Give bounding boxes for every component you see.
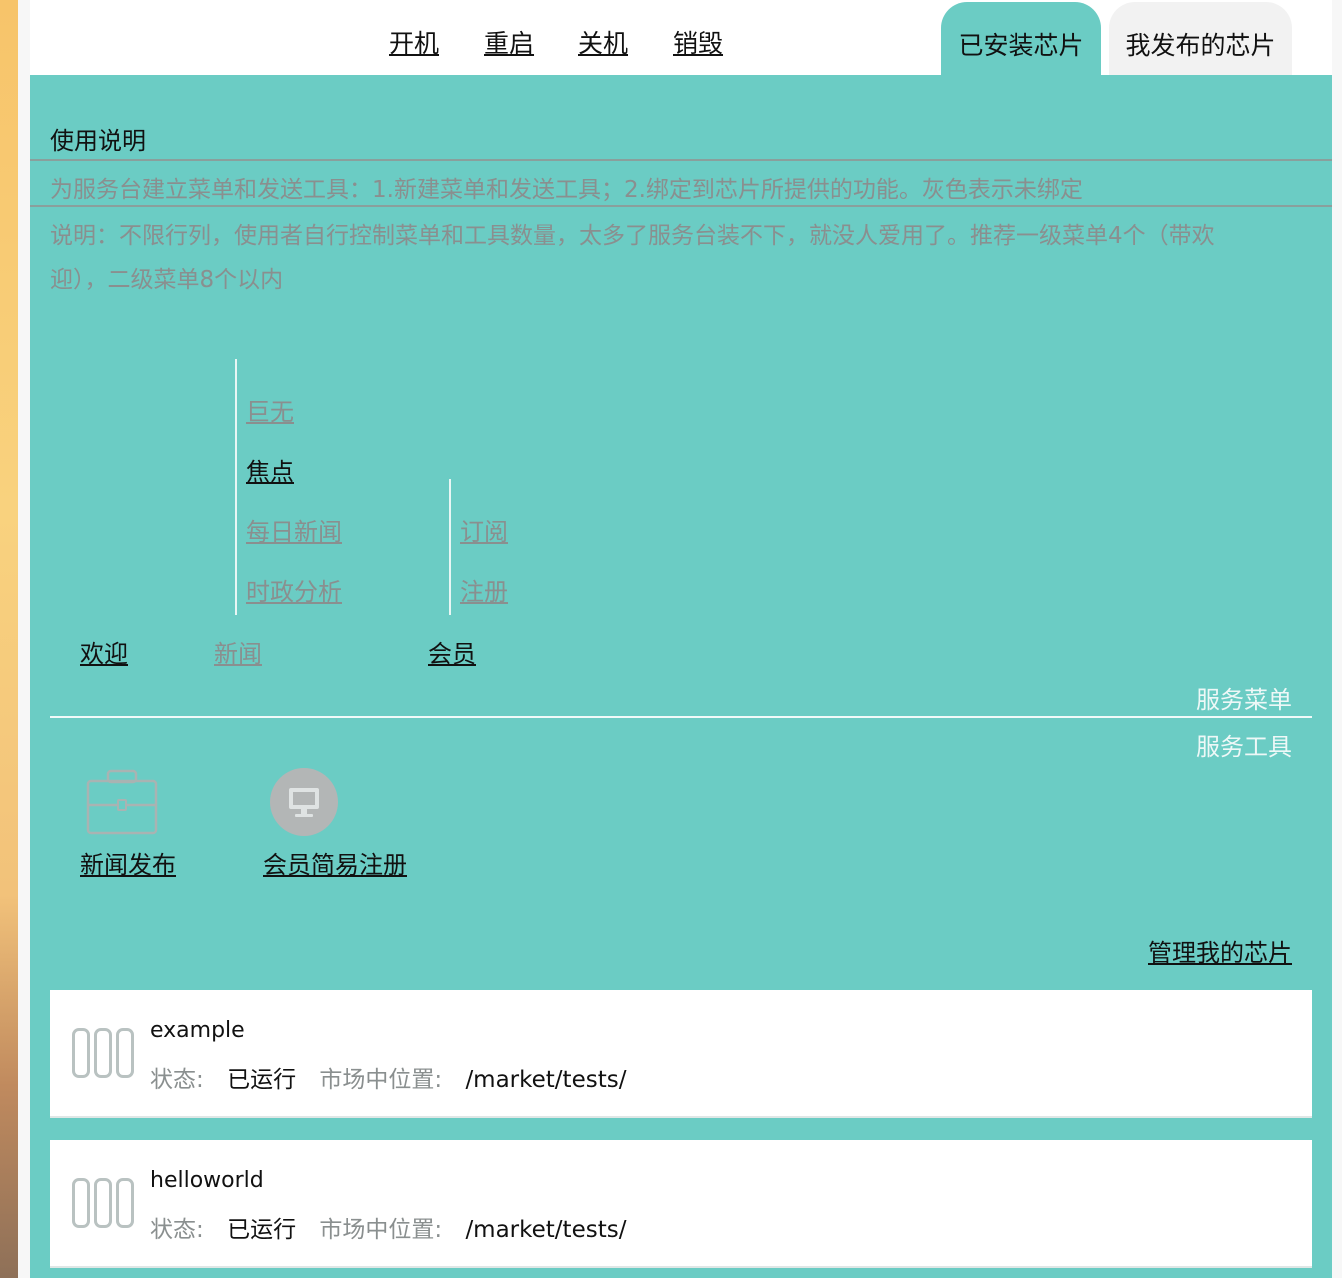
installed-chips-content: 使用说明 为服务台建立菜单和发送工具：1.新建菜单和发送工具；2.绑定到芯片所提… — [30, 75, 1332, 1278]
tab-published-chips[interactable]: 我发布的芯片 — [1109, 2, 1292, 75]
submenu-item[interactable]: 时政分析 — [246, 572, 342, 607]
monitor-icon[interactable] — [269, 767, 339, 841]
chip-card[interactable]: helloworld 状态: 已运行 市场中位置: /market/tests/ — [50, 1140, 1312, 1268]
guide-divider — [30, 205, 1332, 207]
left-margin — [18, 0, 30, 1278]
tool-member-register[interactable]: 会员简易注册 — [263, 845, 407, 880]
status-key: 状态: — [150, 1217, 204, 1243]
chip-name: helloworld — [150, 1168, 264, 1193]
location-value: /market/tests/ — [465, 1067, 627, 1093]
chip-name: example — [150, 1018, 245, 1043]
submenu-item[interactable]: 订阅 — [460, 512, 508, 547]
chip-meta: 状态: 已运行 市场中位置: /market/tests/ — [150, 1060, 626, 1094]
destroy-button[interactable]: 销毁 — [673, 24, 723, 60]
guide-line-1: 为服务台建立菜单和发送工具：1.新建菜单和发送工具；2.绑定到芯片所提供的功能。… — [50, 177, 1083, 203]
service-tools-label: 服务工具 — [1196, 733, 1292, 761]
guide-line-2-cont: 迎），二级菜单8个以内 — [50, 267, 284, 293]
menu-item-welcome[interactable]: 欢迎 — [80, 634, 128, 669]
status-key: 状态: — [150, 1067, 204, 1093]
menu-item-member[interactable]: 会员 — [428, 634, 476, 669]
submenu-item[interactable]: 焦点 — [246, 452, 294, 487]
restart-button[interactable]: 重启 — [484, 24, 534, 60]
chip-meta: 状态: 已运行 市场中位置: /market/tests/ — [150, 1210, 626, 1244]
service-menu-label: 服务菜单 — [1196, 686, 1292, 714]
submenu-item[interactable]: 每日新闻 — [246, 512, 342, 547]
guide-title: 使用说明 — [50, 127, 146, 155]
submenu-divider — [235, 359, 237, 615]
background-strip — [0, 0, 18, 1278]
submenu-item[interactable]: 注册 — [460, 572, 508, 607]
submenu-divider — [449, 479, 451, 615]
submenu-item[interactable]: 巨无 — [246, 392, 294, 427]
guide-line-2: 说明：不限行列，使用者自行控制菜单和工具数量，太多了服务台装不下，就没人爱用了。… — [50, 223, 1215, 249]
chip-icon — [72, 1178, 134, 1228]
chip-panel: 开机 重启 关机 销毁 已安装芯片 我发布的芯片 使用说明 为服务台建立菜单和发… — [30, 0, 1332, 1278]
location-key: 市场中位置: — [319, 1217, 443, 1243]
chip-icon — [72, 1028, 134, 1078]
top-bar: 开机 重启 关机 销毁 已安装芯片 我发布的芯片 — [30, 0, 1332, 75]
menu-item-news[interactable]: 新闻 — [214, 634, 262, 669]
briefcase-icon[interactable] — [86, 769, 158, 839]
chip-card[interactable]: example 状态: 已运行 市场中位置: /market/tests/ — [50, 990, 1312, 1118]
tool-news-publish[interactable]: 新闻发布 — [80, 845, 176, 880]
tab-installed-chips[interactable]: 已安装芯片 — [941, 2, 1101, 75]
shutdown-button[interactable]: 关机 — [578, 24, 628, 60]
manage-my-chips-link[interactable]: 管理我的芯片 — [1148, 933, 1292, 968]
location-key: 市场中位置: — [319, 1067, 443, 1093]
power-on-button[interactable]: 开机 — [389, 24, 439, 60]
status-value: 已运行 — [227, 1067, 297, 1093]
status-value: 已运行 — [227, 1217, 297, 1243]
right-margin — [1332, 0, 1342, 1278]
guide-divider — [30, 159, 1332, 161]
section-divider — [50, 716, 1312, 718]
location-value: /market/tests/ — [465, 1217, 627, 1243]
